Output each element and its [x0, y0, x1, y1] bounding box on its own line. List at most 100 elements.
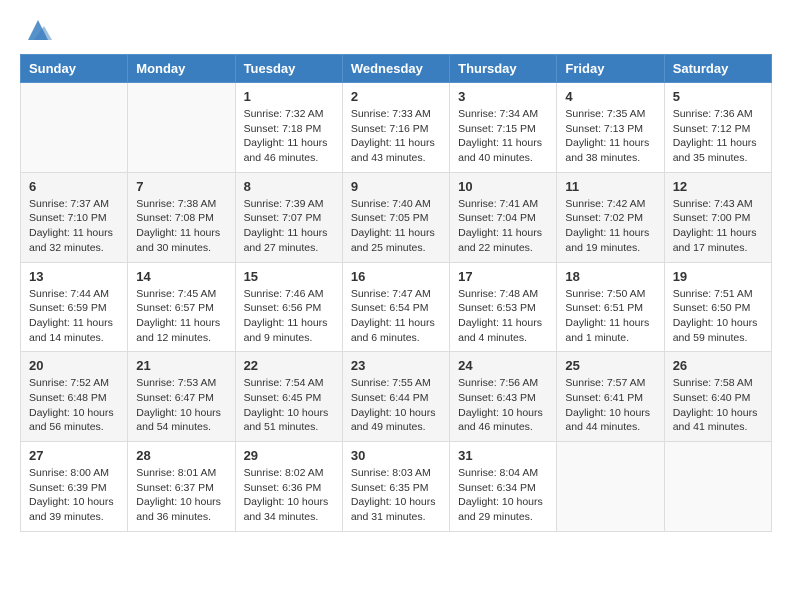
- day-info: Sunrise: 7:48 AMSunset: 6:53 PMDaylight:…: [458, 287, 548, 346]
- day-info: Sunrise: 7:39 AMSunset: 7:07 PMDaylight:…: [244, 197, 334, 256]
- day-info: Sunrise: 7:41 AMSunset: 7:04 PMDaylight:…: [458, 197, 548, 256]
- day-number: 27: [29, 448, 119, 463]
- day-number: 15: [244, 269, 334, 284]
- calendar-cell: [664, 442, 771, 532]
- calendar-cell: [128, 83, 235, 173]
- calendar-cell: 11 Sunrise: 7:42 AMSunset: 7:02 PMDayligh…: [557, 172, 664, 262]
- day-info: Sunrise: 7:43 AMSunset: 7:00 PMDaylight:…: [673, 197, 763, 256]
- day-info: Sunrise: 7:47 AMSunset: 6:54 PMDaylight:…: [351, 287, 441, 346]
- calendar-cell: 9 Sunrise: 7:40 AMSunset: 7:05 PMDaylight…: [342, 172, 449, 262]
- weekday-header-saturday: Saturday: [664, 55, 771, 83]
- logo: [20, 16, 52, 44]
- calendar-cell: 25 Sunrise: 7:57 AMSunset: 6:41 PMDayligh…: [557, 352, 664, 442]
- calendar-cell: 4 Sunrise: 7:35 AMSunset: 7:13 PMDaylight…: [557, 83, 664, 173]
- weekday-header-sunday: Sunday: [21, 55, 128, 83]
- calendar-cell: 29 Sunrise: 8:02 AMSunset: 6:36 PMDayligh…: [235, 442, 342, 532]
- page: SundayMondayTuesdayWednesdayThursdayFrid…: [0, 0, 792, 548]
- day-number: 23: [351, 358, 441, 373]
- day-info: Sunrise: 7:32 AMSunset: 7:18 PMDaylight:…: [244, 107, 334, 166]
- day-info: Sunrise: 7:51 AMSunset: 6:50 PMDaylight:…: [673, 287, 763, 346]
- day-number: 5: [673, 89, 763, 104]
- day-number: 12: [673, 179, 763, 194]
- header: [20, 16, 772, 44]
- calendar-cell: 15 Sunrise: 7:46 AMSunset: 6:56 PMDayligh…: [235, 262, 342, 352]
- day-number: 8: [244, 179, 334, 194]
- day-number: 17: [458, 269, 548, 284]
- day-info: Sunrise: 8:04 AMSunset: 6:34 PMDaylight:…: [458, 466, 548, 525]
- calendar-cell: 28 Sunrise: 8:01 AMSunset: 6:37 PMDayligh…: [128, 442, 235, 532]
- day-info: Sunrise: 8:01 AMSunset: 6:37 PMDaylight:…: [136, 466, 226, 525]
- day-info: Sunrise: 7:37 AMSunset: 7:10 PMDaylight:…: [29, 197, 119, 256]
- day-info: Sunrise: 7:44 AMSunset: 6:59 PMDaylight:…: [29, 287, 119, 346]
- week-row-3: 13 Sunrise: 7:44 AMSunset: 6:59 PMDayligh…: [21, 262, 772, 352]
- calendar-cell: 30Sunrise: 8:03 AMSunset: 6:35 PMDayligh…: [342, 442, 449, 532]
- calendar-cell: 13 Sunrise: 7:44 AMSunset: 6:59 PMDayligh…: [21, 262, 128, 352]
- calendar-cell: [557, 442, 664, 532]
- day-number: 16: [351, 269, 441, 284]
- day-info: Sunrise: 7:35 AMSunset: 7:13 PMDaylight:…: [565, 107, 655, 166]
- day-info: Sunrise: 7:54 AMSunset: 6:45 PMDaylight:…: [244, 376, 334, 435]
- weekday-header-friday: Friday: [557, 55, 664, 83]
- calendar-cell: 19 Sunrise: 7:51 AMSunset: 6:50 PMDayligh…: [664, 262, 771, 352]
- day-number: 20: [29, 358, 119, 373]
- day-info: Sunrise: 7:42 AMSunset: 7:02 PMDaylight:…: [565, 197, 655, 256]
- day-number: 31: [458, 448, 548, 463]
- day-number: 3: [458, 89, 548, 104]
- calendar-cell: 21 Sunrise: 7:53 AMSunset: 6:47 PMDayligh…: [128, 352, 235, 442]
- day-info: Sunrise: 7:57 AMSunset: 6:41 PMDaylight:…: [565, 376, 655, 435]
- calendar-cell: 16 Sunrise: 7:47 AMSunset: 6:54 PMDayligh…: [342, 262, 449, 352]
- day-number: 13: [29, 269, 119, 284]
- calendar-cell: 17 Sunrise: 7:48 AMSunset: 6:53 PMDayligh…: [450, 262, 557, 352]
- day-number: 6: [29, 179, 119, 194]
- weekday-header-tuesday: Tuesday: [235, 55, 342, 83]
- day-number: 7: [136, 179, 226, 194]
- day-info: Sunrise: 7:33 AMSunset: 7:16 PMDaylight:…: [351, 107, 441, 166]
- week-row-1: 1 Sunrise: 7:32 AMSunset: 7:18 PMDaylight…: [21, 83, 772, 173]
- day-number: 19: [673, 269, 763, 284]
- day-info: Sunrise: 7:53 AMSunset: 6:47 PMDaylight:…: [136, 376, 226, 435]
- calendar-cell: 10Sunrise: 7:41 AMSunset: 7:04 PMDayligh…: [450, 172, 557, 262]
- calendar-cell: [21, 83, 128, 173]
- day-number: 14: [136, 269, 226, 284]
- week-row-2: 6 Sunrise: 7:37 AMSunset: 7:10 PMDaylight…: [21, 172, 772, 262]
- day-number: 30: [351, 448, 441, 463]
- day-number: 24: [458, 358, 548, 373]
- calendar-cell: 26Sunrise: 7:58 AMSunset: 6:40 PMDayligh…: [664, 352, 771, 442]
- day-info: Sunrise: 7:40 AMSunset: 7:05 PMDaylight:…: [351, 197, 441, 256]
- weekday-header-monday: Monday: [128, 55, 235, 83]
- day-info: Sunrise: 7:46 AMSunset: 6:56 PMDaylight:…: [244, 287, 334, 346]
- calendar-cell: 12 Sunrise: 7:43 AMSunset: 7:00 PMDayligh…: [664, 172, 771, 262]
- calendar-cell: 22 Sunrise: 7:54 AMSunset: 6:45 PMDayligh…: [235, 352, 342, 442]
- calendar-cell: 23 Sunrise: 7:55 AMSunset: 6:44 PMDayligh…: [342, 352, 449, 442]
- day-info: Sunrise: 7:55 AMSunset: 6:44 PMDaylight:…: [351, 376, 441, 435]
- week-row-5: 27 Sunrise: 8:00 AMSunset: 6:39 PMDayligh…: [21, 442, 772, 532]
- day-number: 11: [565, 179, 655, 194]
- day-info: Sunrise: 8:00 AMSunset: 6:39 PMDaylight:…: [29, 466, 119, 525]
- day-number: 29: [244, 448, 334, 463]
- calendar-cell: 24Sunrise: 7:56 AMSunset: 6:43 PMDayligh…: [450, 352, 557, 442]
- calendar-cell: 7 Sunrise: 7:38 AMSunset: 7:08 PMDaylight…: [128, 172, 235, 262]
- day-info: Sunrise: 7:58 AMSunset: 6:40 PMDaylight:…: [673, 376, 763, 435]
- weekday-header-row: SundayMondayTuesdayWednesdayThursdayFrid…: [21, 55, 772, 83]
- calendar-cell: 2Sunrise: 7:33 AMSunset: 7:16 PMDaylight…: [342, 83, 449, 173]
- day-info: Sunrise: 7:52 AMSunset: 6:48 PMDaylight:…: [29, 376, 119, 435]
- day-number: 9: [351, 179, 441, 194]
- calendar-cell: 1 Sunrise: 7:32 AMSunset: 7:18 PMDaylight…: [235, 83, 342, 173]
- day-info: Sunrise: 7:38 AMSunset: 7:08 PMDaylight:…: [136, 197, 226, 256]
- day-number: 25: [565, 358, 655, 373]
- day-number: 4: [565, 89, 655, 104]
- day-info: Sunrise: 7:34 AMSunset: 7:15 PMDaylight:…: [458, 107, 548, 166]
- calendar-cell: 3 Sunrise: 7:34 AMSunset: 7:15 PMDaylight…: [450, 83, 557, 173]
- day-number: 1: [244, 89, 334, 104]
- calendar-cell: 31 Sunrise: 8:04 AMSunset: 6:34 PMDayligh…: [450, 442, 557, 532]
- day-number: 21: [136, 358, 226, 373]
- day-info: Sunrise: 8:02 AMSunset: 6:36 PMDaylight:…: [244, 466, 334, 525]
- day-info: Sunrise: 7:50 AMSunset: 6:51 PMDaylight:…: [565, 287, 655, 346]
- calendar-cell: 14Sunrise: 7:45 AMSunset: 6:57 PMDayligh…: [128, 262, 235, 352]
- calendar-cell: 8 Sunrise: 7:39 AMSunset: 7:07 PMDaylight…: [235, 172, 342, 262]
- day-number: 22: [244, 358, 334, 373]
- calendar-cell: 5Sunrise: 7:36 AMSunset: 7:12 PMDaylight…: [664, 83, 771, 173]
- day-number: 18: [565, 269, 655, 284]
- day-number: 28: [136, 448, 226, 463]
- calendar-cell: 20 Sunrise: 7:52 AMSunset: 6:48 PMDayligh…: [21, 352, 128, 442]
